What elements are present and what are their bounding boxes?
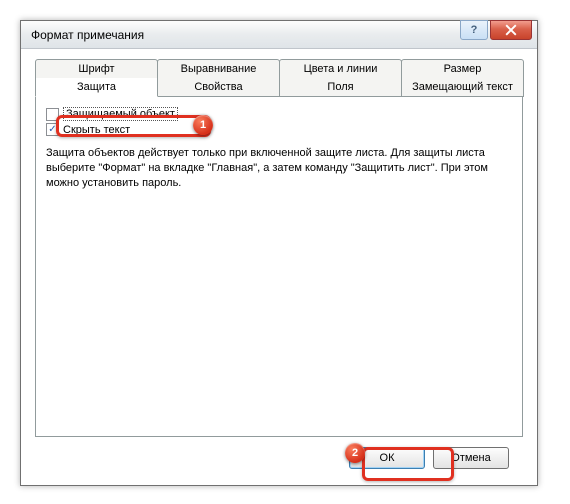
tab-margins[interactable]: Поля	[279, 78, 402, 97]
tab-properties[interactable]: Свойства	[157, 78, 280, 97]
close-button[interactable]	[490, 20, 532, 40]
ok-button[interactable]: ОК	[349, 447, 425, 469]
tab-protection[interactable]: Защита	[35, 78, 158, 97]
lock-object-row: Защищаемый объект	[46, 107, 512, 121]
hide-text-label[interactable]: Скрыть текст	[63, 124, 130, 136]
help-icon: ?	[471, 24, 478, 36]
cancel-button[interactable]: Отмена	[433, 447, 509, 469]
window-title: Формат примечания	[31, 28, 460, 42]
tab-colors-lines[interactable]: Цвета и линии	[279, 59, 402, 79]
lock-object-label[interactable]: Защищаемый объект	[63, 107, 178, 121]
titlebar-buttons: ?	[460, 21, 537, 48]
lock-object-checkbox[interactable]	[46, 108, 59, 121]
tab-row-top: Шрифт Выравнивание Цвета и линии Размер	[35, 59, 523, 79]
format-comment-dialog: Формат примечания ? Шрифт Выравнивание Ц…	[20, 20, 538, 486]
dialog-button-row: ОК Отмена	[35, 447, 523, 469]
tab-alignment[interactable]: Выравнивание	[157, 59, 280, 79]
tab-size[interactable]: Размер	[401, 59, 524, 79]
protection-panel: Защищаемый объект Скрыть текст Защита об…	[35, 97, 523, 437]
tab-font[interactable]: Шрифт	[35, 59, 158, 79]
tab-alt-text[interactable]: Замещающий текст	[401, 78, 524, 97]
titlebar: Формат примечания ?	[21, 21, 537, 49]
protection-info-text: Защита объектов действует только при вкл…	[46, 146, 512, 191]
help-button[interactable]: ?	[460, 20, 488, 40]
hide-text-row: Скрыть текст	[46, 123, 512, 136]
hide-text-checkbox[interactable]	[46, 123, 59, 136]
dialog-body: Шрифт Выравнивание Цвета и линии Размер …	[21, 49, 537, 483]
tab-row-bottom: Защита Свойства Поля Замещающий текст	[35, 78, 523, 97]
close-icon	[505, 24, 517, 36]
tab-strip: Шрифт Выравнивание Цвета и линии Размер …	[35, 59, 523, 437]
